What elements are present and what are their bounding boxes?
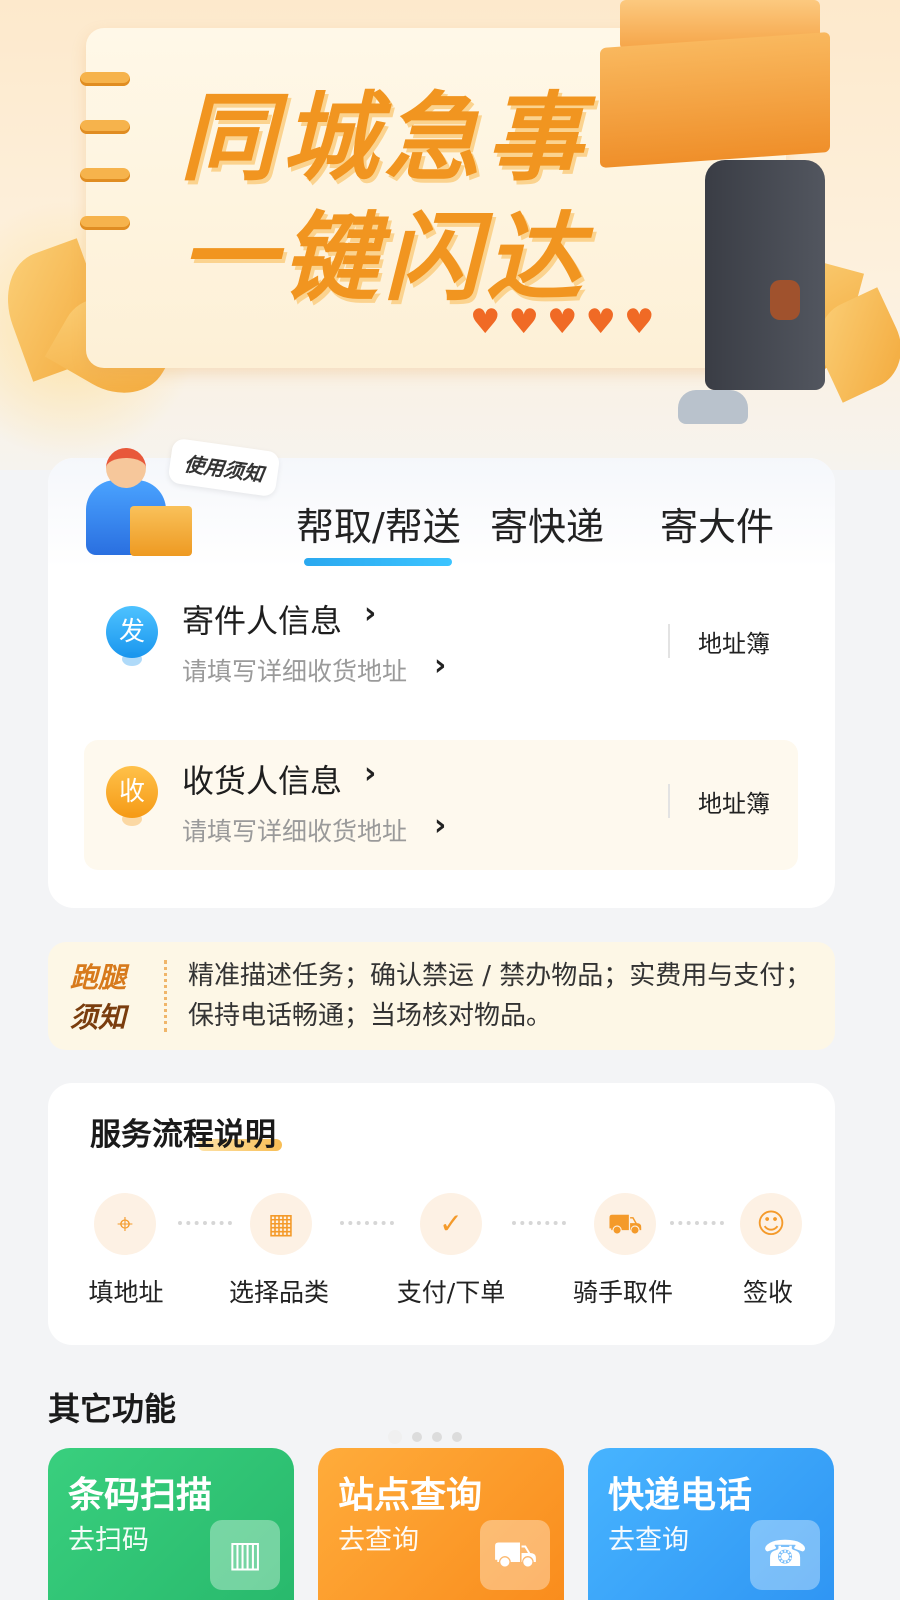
errand-notice-text: 精准描述任务；确认禁运 / 禁办物品；实费用与支付；保持电话畅通；当场核对物品。	[188, 961, 812, 1031]
other-features-title: 其它功能	[48, 1390, 177, 1428]
service-process-card: 服务流程说明 ⌖ ▦ ✓ ⛟ ☺ 填地址 选择品类 支付/下单 骑手取件 签收	[48, 1083, 835, 1345]
chevron-right-icon: ›	[364, 596, 377, 631]
step-label: 填地址	[88, 1278, 164, 1307]
sender-address-book-button[interactable]: 地址簿	[698, 624, 770, 659]
heart-icon: ♥	[623, 302, 655, 342]
heart-icon: ♥	[585, 302, 616, 342]
hearts-decoration: ♥ ♥ ♥ ♥ ♥	[470, 305, 654, 339]
receiver-address-placeholder[interactable]: 请填写详细收货地址	[182, 812, 407, 848]
station-lookup-card[interactable]: 站点查询 去查询 ⛟	[318, 1448, 564, 1600]
heart-icon: ♥	[470, 302, 501, 342]
tab-send-express[interactable]: 寄快递	[490, 496, 604, 551]
chevron-right-icon: ›	[434, 808, 447, 843]
scooter-icon: ⛟	[594, 1193, 656, 1255]
step-label: 选择品类	[228, 1278, 330, 1307]
tab-send-large[interactable]: 寄大件	[660, 496, 774, 551]
delivery-truck-icon: ⛟	[480, 1520, 550, 1590]
promo-banner[interactable]: 同城急事 一键闪达 ♥ ♥ ♥ ♥ ♥	[0, 0, 900, 470]
chevron-right-icon: ›	[434, 648, 447, 683]
category-grid-icon: ▦	[250, 1193, 312, 1255]
chevron-right-icon: ›	[364, 756, 377, 791]
barcode-scanner-icon: ▥	[210, 1520, 280, 1590]
heart-icon: ♥	[508, 302, 539, 342]
location-pin-icon: ⌖	[94, 1193, 156, 1255]
clipboard-check-icon: ✓	[420, 1193, 482, 1255]
step-label: 骑手取件	[572, 1278, 674, 1307]
errand-notice-bar: 跑腿 须知 精准描述任务；确认禁运 / 禁办物品；实费用与支付；保持电话畅通；当…	[48, 942, 835, 1050]
banner-headline-1: 同城急事	[180, 82, 588, 194]
express-phone-card[interactable]: 快递电话 去查询 ☎	[588, 1448, 834, 1600]
banner-headline-2: 一键闪达	[180, 202, 588, 314]
step-label: 支付/下单	[396, 1278, 506, 1307]
step-label: 签收	[742, 1278, 794, 1307]
active-tab-indicator	[304, 558, 452, 566]
sender-address-placeholder[interactable]: 请填写详细收货地址	[182, 652, 407, 688]
sender-title: 寄件人信息	[182, 602, 343, 640]
user-check-icon: ☺	[740, 1193, 802, 1255]
receiver-info-row[interactable]: 收 收货人信息 › 请填写详细收货地址 › 地址簿	[84, 740, 798, 870]
package-illustration	[600, 31, 830, 169]
phone-icon: ☎	[750, 1520, 820, 1590]
sender-badge-icon: 发	[106, 606, 158, 666]
process-title: 服务流程说明	[90, 1117, 276, 1153]
errand-notice-title: 跑腿 须知	[70, 961, 127, 1034]
heart-icon: ♥	[546, 302, 578, 342]
barcode-scan-card[interactable]: 条码扫描 去扫码 ▥	[48, 1448, 294, 1600]
carousel-indicator	[388, 1430, 462, 1444]
receiver-address-book-button[interactable]: 地址簿	[698, 784, 770, 819]
receiver-badge-icon: 收	[106, 766, 158, 826]
receiver-title: 收货人信息	[182, 762, 343, 800]
sender-info-row[interactable]: 发 寄件人信息 › 请填写详细收货地址 › 地址簿	[84, 580, 798, 710]
courier-illustration	[705, 160, 825, 390]
tab-pickup-delivery[interactable]: 帮取/帮送	[296, 496, 461, 551]
